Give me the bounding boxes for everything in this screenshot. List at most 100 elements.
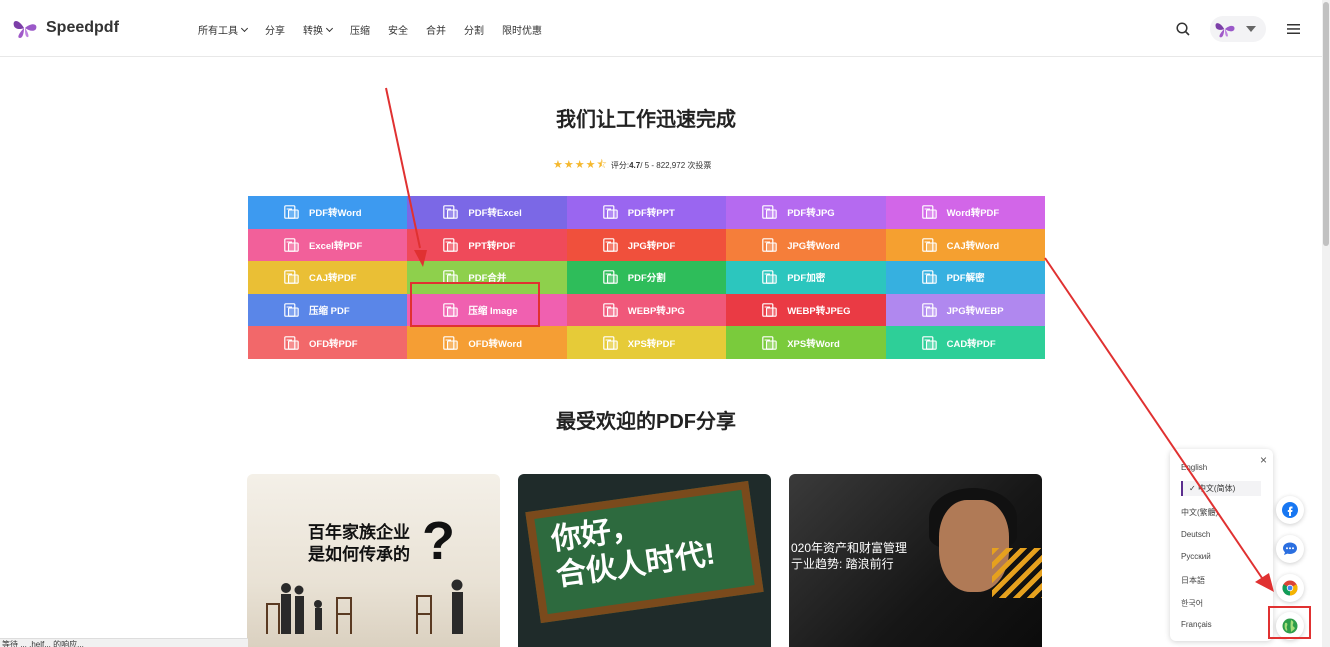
file-convert-icon xyxy=(602,205,618,220)
chalkboard: 你好， 合伙人时代! xyxy=(525,480,764,624)
file-convert-icon xyxy=(762,335,777,350)
tool-tile[interactable]: XPS转PDF xyxy=(566,326,727,359)
nav-label: 转换 xyxy=(303,26,323,37)
logo[interactable]: Speedpdf xyxy=(12,16,119,40)
tool-label: 压缩 PDF xyxy=(309,306,350,318)
page: Speedpdf 所有工具 分享 转换 压缩 安全 合并 分割 限时优惠 我们让… xyxy=(0,0,1330,647)
nav-convert[interactable]: 转换 xyxy=(303,22,334,37)
account-dropdown[interactable] xyxy=(1210,16,1266,42)
lang-russian[interactable]: Русский xyxy=(1181,552,1211,561)
people-chairs-illustration xyxy=(266,579,463,634)
close-icon[interactable]: × xyxy=(1260,453,1267,467)
tool-label: PDF解密 xyxy=(946,273,985,285)
lang-german[interactable]: Deutsch xyxy=(1181,530,1210,539)
tool-label: PDF转PPT xyxy=(627,208,675,220)
tool-tile[interactable]: PPT转PDF xyxy=(407,228,567,262)
tool-label: OFD转Word xyxy=(468,338,523,350)
lang-chinese-traditional[interactable]: 中文(繁體) xyxy=(1181,507,1218,518)
tool-tile[interactable]: OFD转PDF xyxy=(248,326,408,359)
tool-tile[interactable]: WEBP转JPG xyxy=(566,293,727,327)
tool-tile[interactable]: PDF转JPG xyxy=(726,196,886,229)
tool-tile[interactable]: WEBP转JPEG xyxy=(726,293,886,327)
tool-tile[interactable]: PDF合并 xyxy=(407,261,567,294)
tool-tile[interactable]: CAJ转PDF xyxy=(248,261,408,294)
card-title-line: 020年资产和财富管理 xyxy=(791,541,908,555)
file-convert-icon xyxy=(602,335,618,350)
nav-merge[interactable]: 合并 xyxy=(426,22,446,37)
file-convert-icon xyxy=(443,335,459,350)
file-convert-icon xyxy=(921,205,937,220)
tool-label: CAJ转Word xyxy=(946,240,1000,252)
file-convert-icon xyxy=(602,270,618,285)
star-rating-icon: ★★★★⯪ xyxy=(553,159,608,171)
nav-share[interactable]: 分享 xyxy=(265,22,285,37)
tool-tile[interactable]: CAD转PDF xyxy=(885,326,1045,359)
nav-label: 压缩 xyxy=(350,26,370,37)
tool-label: PDF分割 xyxy=(627,273,666,285)
tool-tile[interactable]: PDF加密 xyxy=(726,261,886,294)
chrome-extension-button[interactable] xyxy=(1276,574,1304,602)
file-convert-icon xyxy=(284,238,299,252)
scrollbar-thumb[interactable] xyxy=(1323,2,1329,246)
lang-japanese[interactable]: 日本語 xyxy=(1181,575,1205,586)
lang-label: 中文(简体) xyxy=(1197,484,1236,493)
tool-tile[interactable]: 压缩 PDF xyxy=(248,293,408,327)
tool-tile[interactable]: OFD转Word xyxy=(407,326,567,359)
tool-label: PDF合并 xyxy=(468,273,507,285)
tool-tile[interactable]: JPG转WEBP xyxy=(885,293,1045,327)
tool-tile[interactable]: JPG转PDF xyxy=(566,228,727,262)
facebook-icon xyxy=(1282,502,1298,518)
file-convert-icon xyxy=(443,205,459,220)
tool-label: JPG转PDF xyxy=(627,240,676,252)
card-title: 你好， 合伙人时代! xyxy=(549,501,717,595)
nav-all-tools[interactable]: 所有工具 xyxy=(198,22,249,37)
browser-status-bar: 等待 ... .helf... 的响应... xyxy=(0,638,248,647)
tool-label: Excel转PDF xyxy=(309,240,363,252)
nav-label: 安全 xyxy=(388,26,408,37)
nav-split[interactable]: 分割 xyxy=(464,22,484,37)
tool-tile[interactable]: PDF转Word xyxy=(248,196,408,229)
tool-tile[interactable]: Word转PDF xyxy=(885,196,1045,229)
nav-limited-offer[interactable]: 限时优惠 xyxy=(502,22,542,37)
file-convert-icon xyxy=(443,303,459,317)
tool-tile[interactable]: PDF转PPT xyxy=(566,196,727,229)
section-title: 最受欢迎的PDF分享 xyxy=(556,411,736,433)
vertical-scrollbar[interactable] xyxy=(1322,0,1330,647)
tool-tile[interactable]: CAJ转Word xyxy=(885,228,1045,262)
tool-tile[interactable]: PDF分割 xyxy=(566,261,727,294)
tool-tile[interactable]: XPS转Word xyxy=(726,326,886,359)
tool-tile[interactable]: JPG转Word xyxy=(726,228,886,262)
file-convert-icon xyxy=(762,303,777,317)
tool-tile[interactable]: PDF转Excel xyxy=(407,196,567,229)
file-convert-icon xyxy=(762,270,777,285)
tool-label: Word转PDF xyxy=(946,208,1000,220)
lang-english[interactable]: English xyxy=(1181,463,1207,472)
chat-button[interactable] xyxy=(1276,535,1304,563)
lang-french[interactable]: Français xyxy=(1181,620,1212,629)
search-icon[interactable] xyxy=(1176,22,1190,36)
share-card-family-business[interactable]: 百年家族企业 是如何传承的 ? xyxy=(247,474,500,647)
tool-label: PDF转Word xyxy=(309,208,362,220)
nav-label: 合并 xyxy=(426,26,446,37)
top-header: Speedpdf 所有工具 分享 转换 压缩 安全 合并 分割 限时优惠 xyxy=(0,0,1322,57)
file-convert-icon xyxy=(284,335,299,350)
tool-tile[interactable]: PDF解密 xyxy=(885,261,1045,294)
file-convert-icon xyxy=(443,238,459,252)
file-convert-icon xyxy=(921,270,937,285)
share-card-wealth-management[interactable]: 020年资产和财富管理 亍业趋势: 踏浪前行 xyxy=(789,474,1042,647)
nav-compress[interactable]: 压缩 xyxy=(350,22,370,37)
file-convert-icon xyxy=(284,303,299,317)
share-card-partner-era[interactable]: 你好， 合伙人时代! xyxy=(518,474,771,647)
hamburger-menu-icon[interactable] xyxy=(1287,24,1300,34)
tool-tile[interactable]: 压缩 Image xyxy=(407,293,567,327)
tool-label: PPT转PDF xyxy=(468,240,516,252)
file-convert-icon xyxy=(284,270,299,285)
tool-tile[interactable]: Excel转PDF xyxy=(248,228,408,262)
nav-security[interactable]: 安全 xyxy=(388,22,408,37)
lang-korean[interactable]: 한국어 xyxy=(1181,598,1203,609)
tool-label: PDF转JPG xyxy=(787,208,835,220)
rating-prefix: 评分: xyxy=(610,161,630,170)
card-title: 百年家族企业 是如何传承的 xyxy=(308,522,410,566)
lang-chinese-simplified[interactable]: ✓ 中文(简体) xyxy=(1181,481,1261,496)
facebook-button[interactable] xyxy=(1276,496,1304,524)
